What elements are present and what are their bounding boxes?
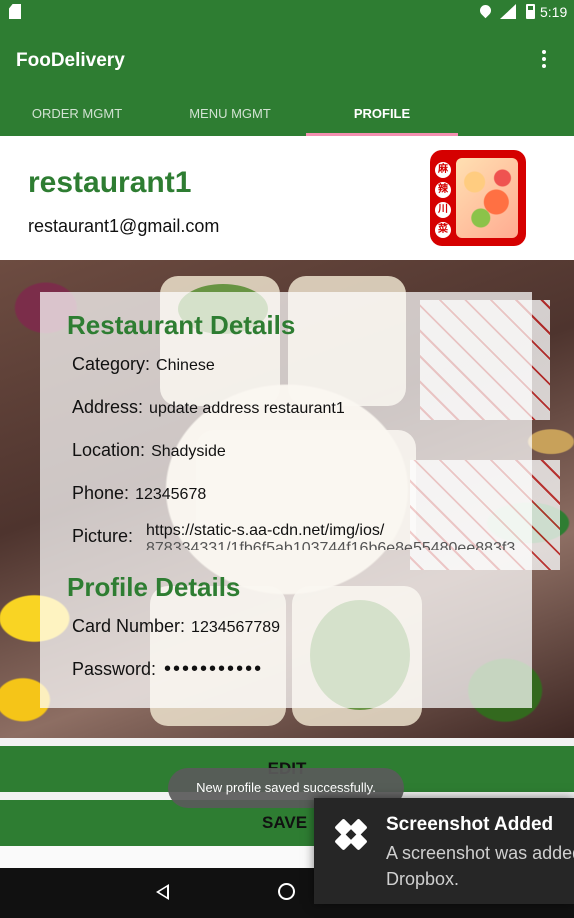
tab-order-mgmt[interactable]: ORDER MGMT (0, 96, 154, 136)
tab-profile[interactable]: PROFILE (306, 96, 458, 136)
back-icon[interactable] (156, 884, 169, 900)
notification-body: A screenshot was added to Dropbox. (386, 840, 574, 892)
location-row: Location: Shadyside (72, 440, 226, 461)
picture-url-line: 878334331/1fb6f5ab103744f16b6e8e55480ee8… (146, 540, 516, 550)
location-icon (477, 2, 494, 19)
logo-char: 川 (435, 202, 451, 218)
profile-header: restaurant1 restaurant1@gmail.com 麻 辣 川 … (0, 136, 574, 260)
category-row: Category: Chinese (72, 354, 215, 375)
picture-label: Picture: (72, 526, 134, 546)
details-panel: Restaurant Details Category: Chinese Addr… (40, 292, 532, 708)
location-value: Shadyside (151, 443, 226, 460)
tab-label: ORDER MGMT (31, 106, 123, 121)
restaurant-name: restaurant1 (28, 166, 192, 199)
tab-label: PROFILE (353, 106, 411, 121)
profile-details-title: Profile Details (67, 572, 241, 602)
tab-label: MENU MGMT (189, 106, 271, 121)
location-label: Location: (72, 440, 146, 460)
divider (0, 738, 574, 746)
logo-char: 辣 (435, 182, 451, 198)
battery-icon (526, 4, 535, 19)
picture-url-value[interactable]: https://static-s.aa-cdn.net/img/ios/ 878… (146, 522, 526, 550)
phone-value: 12345678 (135, 486, 207, 503)
app-bar: FooDelivery ORDER MGMT MENU MGMT PROFILE (0, 24, 574, 136)
password-row: Password: ••••••••••• (72, 658, 263, 681)
card-number-label: Card Number: (72, 616, 186, 636)
screenshot-notification[interactable]: Screenshot Added A screenshot was adde d … (314, 798, 574, 904)
address-label: Address: (72, 397, 144, 417)
picture-url-line: https://static-s.aa-cdn.net/img/ios/ (146, 522, 385, 539)
password-value: ••••••••••• (164, 658, 264, 680)
restaurant-details-title: Restaurant Details (67, 310, 296, 340)
dropbox-icon (334, 818, 368, 852)
notification-body-line: A screenshot was added to (386, 843, 574, 863)
status-bar: 5:19 (0, 0, 574, 24)
phone-label: Phone: (72, 483, 130, 503)
overflow-menu-icon[interactable] (540, 50, 548, 70)
signal-icon (500, 4, 516, 19)
address-row: Address: update address restaurant1 (72, 397, 345, 418)
picture-row: Picture: https://static-s.aa-cdn.net/img… (72, 522, 515, 550)
home-icon[interactable] (278, 883, 295, 900)
logo-food-image (456, 158, 518, 238)
restaurant-email: restaurant1@gmail.com (28, 216, 220, 236)
notification-title: Screenshot Added (386, 814, 554, 835)
category-label: Category: (72, 354, 151, 374)
notification-body-line: Dropbox. (386, 869, 460, 889)
address-value: update address restaurant1 (149, 400, 345, 417)
tab-bar: ORDER MGMT MENU MGMT PROFILE (0, 96, 574, 136)
phone-row: Phone: 12345678 (72, 483, 206, 504)
status-time: 5:19 (540, 4, 568, 20)
card-number-value: 1234567789 (191, 619, 281, 636)
password-label: Password: (72, 659, 157, 679)
sd-card-icon (9, 4, 21, 19)
tab-menu-mgmt[interactable]: MENU MGMT (154, 96, 306, 136)
category-value: Chinese (156, 357, 215, 374)
logo-char: 菜 (435, 222, 451, 238)
restaurant-logo[interactable]: 麻 辣 川 菜 (430, 150, 526, 246)
card-number-row: Card Number: 1234567789 (72, 616, 280, 637)
app-title: FooDelivery (16, 50, 125, 71)
logo-char: 麻 (435, 162, 451, 178)
